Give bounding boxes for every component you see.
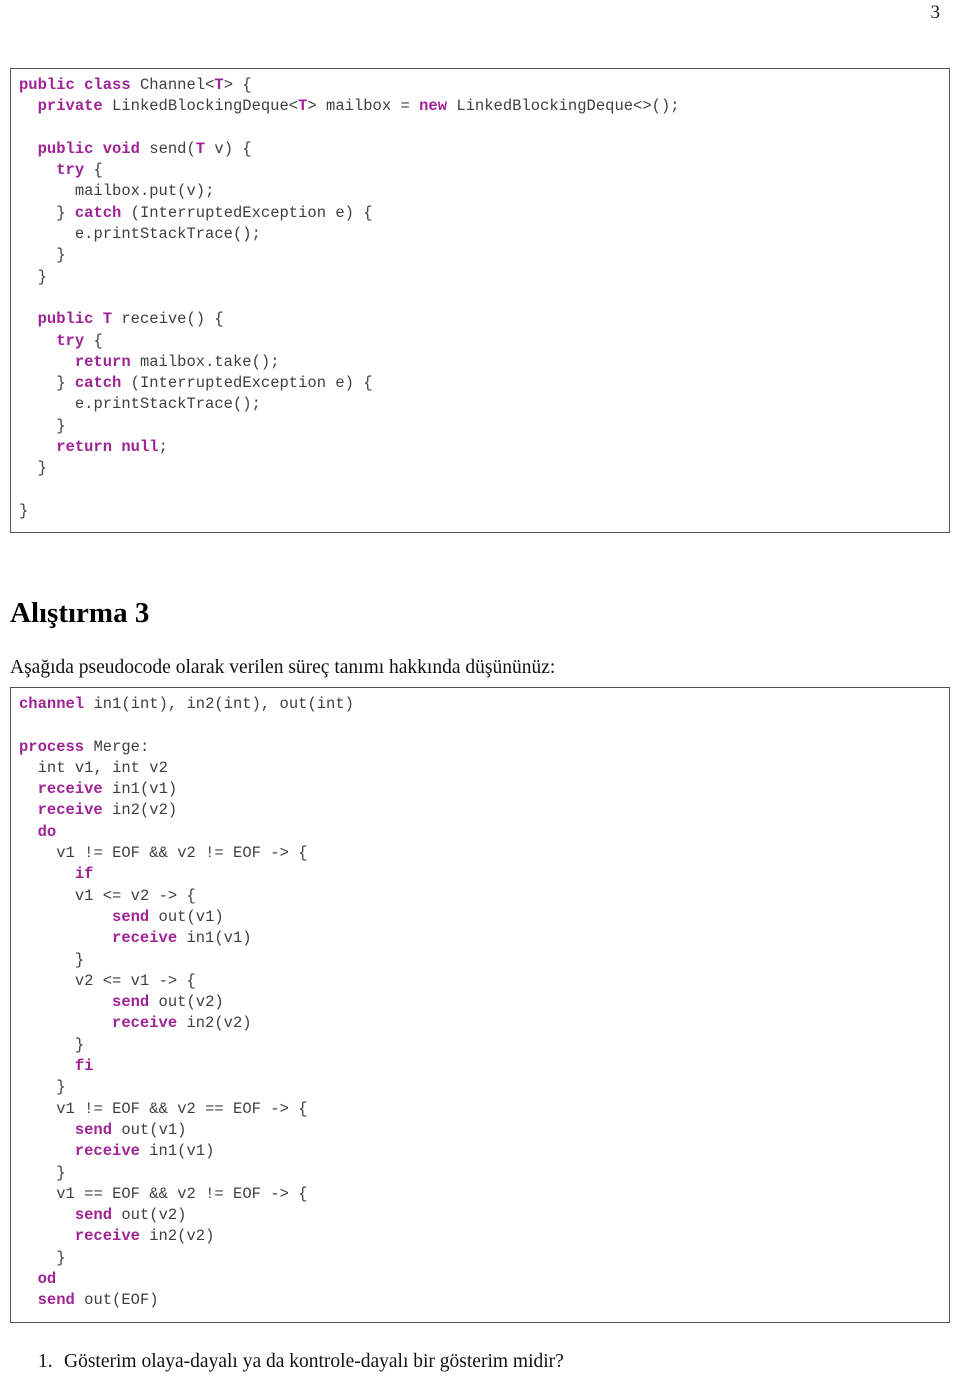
code-line: } (56, 246, 66, 265)
pseudocode-block: channel in1(int), in2(int), out(int) pro… (10, 687, 950, 1323)
code-keyword: send (37, 1291, 75, 1310)
code-line: } (37, 459, 47, 478)
code-line: v1 <= v2 -> { (74, 886, 196, 905)
code-keyword: od (37, 1270, 57, 1289)
code-line: } (56, 416, 66, 435)
code-line: send out(v1) (74, 1120, 187, 1139)
code-line: receive in2(v2) (112, 1014, 252, 1033)
code-line: send out(v2) (112, 993, 224, 1012)
code-line: od (19, 1270, 57, 1289)
code-keyword: T (214, 76, 224, 94)
code-keyword: return (74, 352, 131, 371)
question-item: 1. Gösterim olaya-dayalı ya da kontrole-d… (38, 1349, 918, 1375)
code-line: if (19, 865, 94, 884)
code-line: private LinkedBlockingDeque<T> mailbox =… (37, 97, 680, 116)
code-line: int v1, int v2 (37, 758, 168, 777)
code-line: try { (56, 331, 103, 350)
code-line: receive in1(v1) (74, 1142, 215, 1161)
section-heading: Alıştırma 3 (10, 597, 150, 629)
code-line: } (37, 267, 47, 286)
code-line: receive in1(v1) (37, 780, 178, 799)
code-line: } (56, 1163, 66, 1182)
code-line: send out(v2) (74, 1206, 187, 1225)
code-keyword: try (56, 161, 85, 180)
code-keyword: fi (74, 1057, 94, 1076)
code-line: } catch (InterruptedException e) { (56, 374, 373, 393)
question-number: 1. (38, 1351, 53, 1372)
code-line: return mailbox.take(); (74, 352, 280, 371)
code-keyword: T (102, 310, 113, 329)
code-line: public class Channel<T> { (19, 76, 252, 94)
code-keyword: T (195, 139, 206, 158)
pseudocode-text: channel in1(int), in2(int), out(int) pro… (19, 694, 941, 1312)
code-line: } (56, 1078, 66, 1097)
code-line: v1 == EOF && v2 != EOF -> { (56, 1184, 308, 1203)
code-line: send out(v1) (112, 907, 224, 926)
code-keyword: if (74, 865, 94, 884)
code-line: } (74, 950, 85, 969)
code-line: channel in1(int), in2(int), out(int) (19, 695, 354, 713)
code-keyword: send (74, 1206, 113, 1225)
code-keyword: try (56, 331, 85, 350)
code-keyword: public (37, 139, 94, 158)
code-line: v1 != EOF && v2 != EOF -> { (56, 844, 308, 863)
intro-paragraph: Aşağıda pseudocode olarak verilen süreç … (10, 657, 556, 678)
code-keyword: channel (19, 695, 85, 713)
code-line: try { (56, 161, 103, 180)
code-keyword: receive (37, 780, 103, 799)
code-keyword: new (419, 97, 447, 116)
code-line: receive in2(v2) (74, 1227, 215, 1246)
code-keyword: receive (112, 929, 178, 948)
java-code-text: public class Channel<T> { private Linked… (19, 75, 941, 522)
code-keyword: null (121, 438, 159, 457)
code-keyword: void (102, 139, 140, 158)
code-line: mailbox.put(v); (74, 182, 215, 201)
code-keyword: return (56, 438, 113, 457)
document-page: 3 public class Channel<T> { private Link… (0, 0, 960, 1384)
code-keyword: receive (74, 1142, 140, 1161)
code-line: send out(EOF) (37, 1291, 159, 1310)
code-line: v1 != EOF && v2 == EOF -> { (56, 1099, 308, 1118)
code-line: } catch (InterruptedException e) { (56, 203, 373, 222)
code-keyword: send (112, 907, 150, 926)
code-keyword: process (19, 737, 85, 756)
code-keyword: public (19, 76, 75, 94)
code-line: process Merge: (19, 737, 150, 756)
code-line: } (19, 501, 29, 520)
code-line: e.printStackTrace(); (74, 225, 261, 244)
code-line: do (19, 822, 57, 841)
code-keyword: send (74, 1120, 113, 1139)
code-line: } (74, 1035, 85, 1054)
code-line: public T receive() { (37, 310, 224, 329)
page-number: 3 (930, 2, 941, 23)
code-line: public void send(T v) { (37, 139, 252, 158)
code-keyword: send (112, 993, 150, 1012)
code-keyword: catch (74, 374, 122, 393)
code-line: v2 <= v1 -> { (74, 971, 196, 990)
code-line: e.printStackTrace(); (74, 395, 261, 414)
code-line: return null; (56, 438, 168, 457)
code-line: fi (19, 1057, 94, 1076)
code-keyword: class (84, 76, 131, 94)
java-code-block: public class Channel<T> { private Linked… (10, 68, 950, 534)
code-line: } (56, 1248, 66, 1267)
code-keyword: private (37, 97, 103, 116)
code-keyword: receive (74, 1227, 140, 1246)
code-keyword: do (37, 822, 57, 841)
code-keyword: receive (37, 801, 103, 820)
code-keyword: T (298, 97, 308, 116)
code-line: receive in1(v1) (112, 929, 252, 948)
code-line: receive in2(v2) (37, 801, 178, 820)
question-text: Gösterim olaya-dayalı ya da kontrole-day… (64, 1351, 564, 1372)
code-keyword: catch (74, 203, 122, 222)
code-keyword: receive (112, 1014, 178, 1033)
code-keyword: public (37, 310, 94, 329)
